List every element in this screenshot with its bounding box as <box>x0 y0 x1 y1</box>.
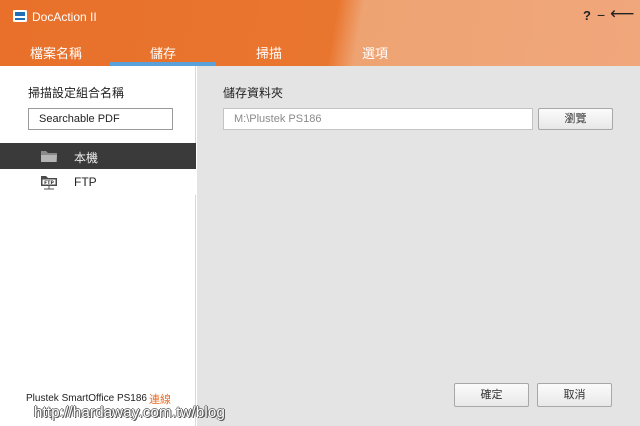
help-icon[interactable]: ? <box>583 8 591 23</box>
tab-file-name[interactable]: 檔案名稱 <box>2 38 110 66</box>
destination-item-ftp[interactable]: FTP FTP <box>0 169 196 195</box>
tab-scan[interactable]: 掃描 <box>216 38 322 66</box>
header-bar: DocAction II ? − ⟵ 檔案名稱 儲存 掃描 選項 <box>0 0 640 66</box>
svg-text:FTP: FTP <box>44 180 54 186</box>
minimize-icon[interactable]: − <box>597 7 605 23</box>
ftp-folder-icon: FTP <box>41 176 57 190</box>
title-bar: DocAction II ? − ⟵ <box>0 0 640 34</box>
app-title: DocAction II <box>32 10 97 24</box>
cancel-button[interactable]: 取消 <box>537 383 612 407</box>
app-icon <box>13 10 27 22</box>
right-panel: 儲存資料夾 瀏覽 確定 取消 <box>197 66 640 426</box>
destination-item-local[interactable]: 本機 <box>0 143 196 169</box>
destination-label: 本機 <box>74 151 99 165</box>
browse-button[interactable]: 瀏覽 <box>538 108 613 130</box>
tab-bar: 檔案名稱 儲存 掃描 選項 <box>0 38 640 66</box>
save-folder-input[interactable] <box>223 108 533 130</box>
back-arrow-icon[interactable]: ⟵ <box>610 5 634 22</box>
ok-button[interactable]: 確定 <box>454 383 529 407</box>
tab-options[interactable]: 選項 <box>322 38 428 66</box>
destination-label: FTP <box>74 175 97 189</box>
profile-name-label: 掃描設定組合名稱 <box>28 86 125 100</box>
device-name: Plustek SmartOffice PS186 <box>26 393 147 404</box>
docaction-window: DocAction II ? − ⟵ 檔案名稱 儲存 掃描 選項 掃描設定組合名… <box>0 0 640 426</box>
watermark-text: http://hardaway.com.tw/blog <box>34 404 226 421</box>
save-folder-label: 儲存資料夾 <box>223 86 284 100</box>
folder-icon <box>41 151 57 162</box>
left-panel: 掃描設定組合名稱 本機 FTP FTP Plustek SmartOffice … <box>0 66 196 426</box>
profile-name-input[interactable] <box>28 108 173 130</box>
